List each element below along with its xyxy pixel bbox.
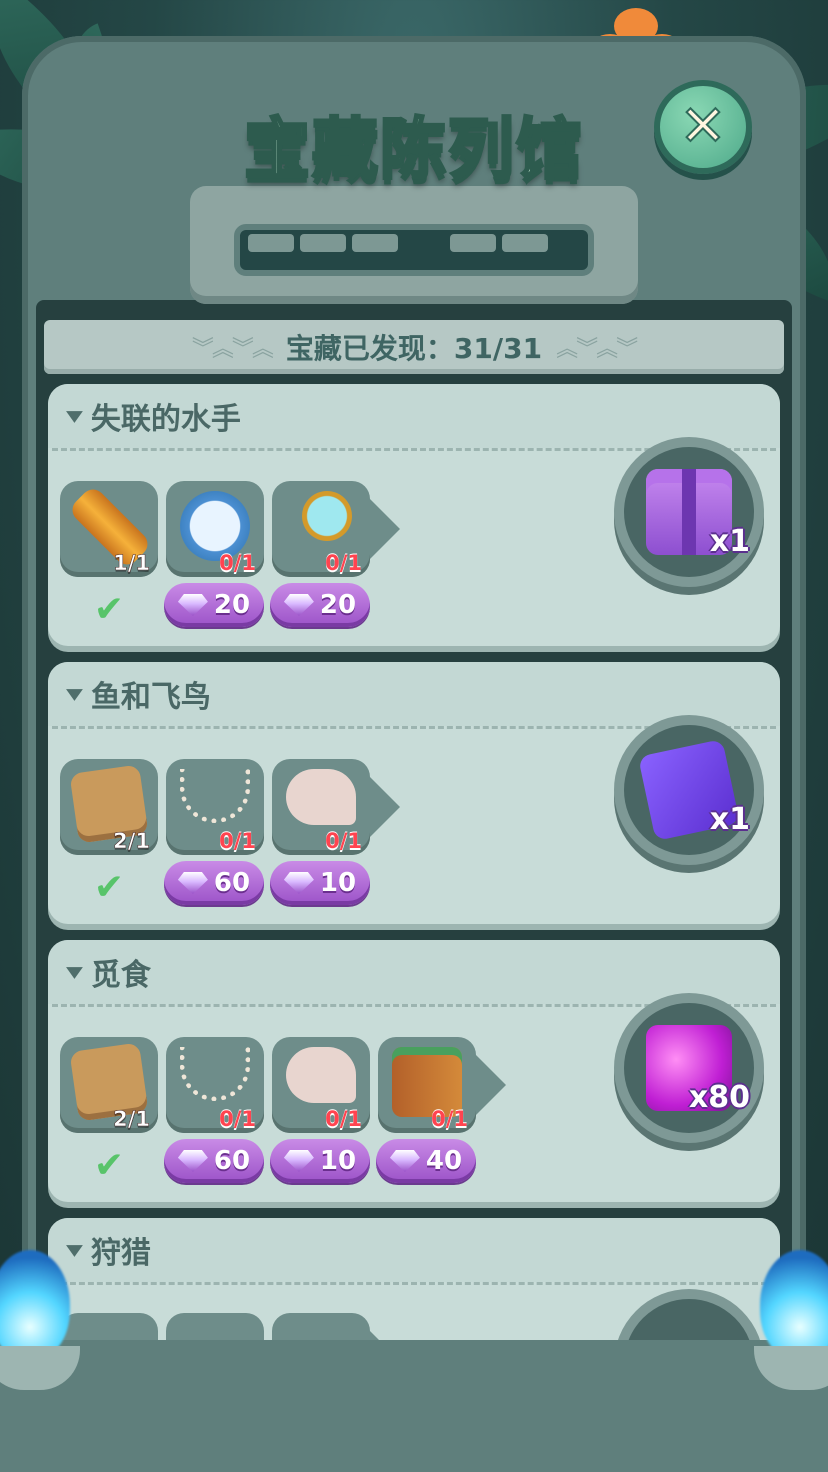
item-count: 1/1 [113,551,150,576]
chevron-decoration-icon: ︽︾︽︾ [556,337,638,362]
gem-icon [283,1150,314,1172]
progress-label: 宝藏已发现： [285,332,454,365]
item-count: 0/1 [325,1107,362,1131]
gem-icon [389,1150,420,1172]
progress-count: 31/31 [453,332,543,365]
reward-quantity: x80 [688,1080,750,1115]
item-count: 0/1 [325,551,362,575]
blue-torch-icon [0,1250,80,1390]
price-value: 60 [213,868,251,898]
collection-title: 失联的水手 [90,402,241,437]
check-icon: ✔ [93,1145,125,1186]
bird-skull-icon [286,1047,356,1103]
item-count: 0/1 [431,1107,468,1131]
treasure-slot[interactable]: 0/1 [378,1037,506,1133]
chevron-decoration-icon: ︾︽︾︽ [191,337,274,362]
collection-title: 狩猎 [90,1236,151,1271]
buy-gem-button[interactable]: 20 [270,583,370,627]
reward-disc[interactable]: x1 [614,437,764,587]
reward-quantity: x1 [709,524,750,559]
progress-banner: ︾︽︾︽ 宝藏已发现：31/31 ︽︾︽︾ [44,320,784,374]
bone-necklace-icon [180,769,250,823]
gem-icon [283,594,314,616]
page-title: 宝藏陈列馆 [243,110,584,190]
treasure-slot[interactable]: 0/1 [272,481,400,577]
buy-gem-button[interactable]: 10 [270,861,370,905]
item-count: 2/1 [113,1107,150,1132]
reward-disc[interactable]: x1 [614,715,764,865]
chevron-down-icon: ▼ [66,407,83,425]
buy-gem-button[interactable]: 60 [164,861,264,905]
price-value: 60 [213,1146,251,1176]
gem-icon [177,872,208,894]
treasure-slot[interactable]: 1/1 [60,481,158,577]
chevron-down-icon: ▼ [66,963,83,981]
collection-header[interactable]: ▼ 狩猎 [48,1218,780,1282]
close-button[interactable]: ✕ [654,80,752,174]
price-value: 10 [319,1146,357,1176]
buy-gem-button[interactable]: 10 [270,1139,370,1183]
bone-necklace-icon [180,1047,250,1101]
chevron-down-icon: ▼ [66,685,83,703]
price-value: 10 [319,868,357,898]
collection-card: ▼ 失联的水手 1/1 ✔ 0/1 20 0/1 20 x1 [48,384,780,646]
treasure-slot[interactable]: 0/1 [272,759,400,855]
collection-card: ▼ 鱼和飞鸟 2/1 ✔ 0/1 60 0/1 10 x1 [48,662,780,924]
buy-gem-button[interactable]: 60 [164,1139,264,1183]
bottom-ledge [0,1340,828,1472]
item-count: 2/1 [113,829,150,854]
item-count: 0/1 [219,1107,256,1131]
collection-card: ▼ 狩猎 [48,1218,780,1358]
close-icon: ✕ [679,94,728,159]
treasure-slot[interactable]: 0/1 [166,1037,264,1133]
treasure-slot[interactable]: 0/1 [272,1037,370,1133]
reward-quantity: x1 [709,802,750,837]
gem-icon [283,872,314,894]
treasure-slot[interactable]: 0/1 [166,759,264,855]
collection-title: 鱼和飞鸟 [90,680,211,715]
buy-gem-button[interactable]: 40 [376,1139,476,1183]
check-icon: ✔ [93,867,125,908]
blue-torch-icon [754,1250,828,1390]
price-value: 20 [319,590,357,620]
collection-title: 觅食 [90,958,151,993]
gem-icon [177,1150,208,1172]
title-plaque: 宝藏陈列馆 [150,76,678,306]
bird-skull-icon [286,769,356,825]
price-value: 40 [425,1146,463,1176]
treasure-slot[interactable]: 2/1 [60,759,158,855]
gem-icon [177,594,208,616]
treasure-slot[interactable]: 2/1 [60,1037,158,1133]
price-value: 20 [213,590,251,620]
magnifier-icon [302,491,352,541]
item-count: 0/1 [219,829,256,853]
treasure-slot[interactable]: 0/1 [166,481,264,577]
buy-gem-button[interactable]: 20 [164,583,264,627]
collection-card: ▼ 觅食 2/1 ✔ 0/1 60 0/1 10 0/1 40 x80 [48,940,780,1202]
item-count: 0/1 [219,551,256,575]
reward-disc[interactable]: x80 [614,993,764,1143]
check-icon: ✔ [93,589,125,630]
item-count: 0/1 [325,829,362,853]
